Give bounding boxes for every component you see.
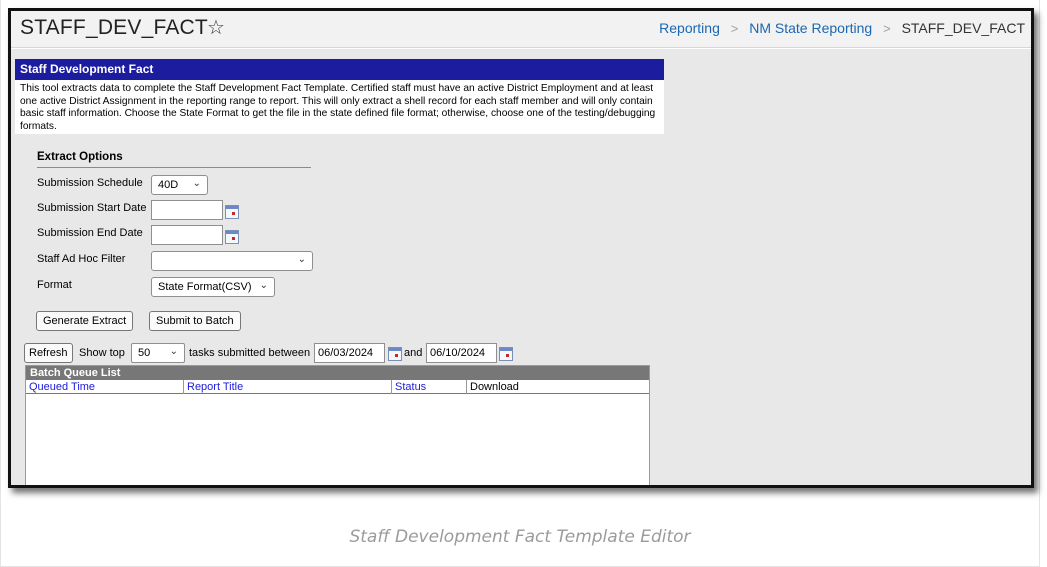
- star-outline-icon[interactable]: ☆: [207, 15, 225, 40]
- breadcrumb-separator-icon: >: [730, 21, 739, 36]
- top-bar: STAFF_DEV_FACT ☆ Reporting > NM State Re…: [11, 11, 1031, 48]
- and-label: and: [404, 347, 423, 359]
- batch-queue-title: Batch Queue List: [26, 366, 649, 380]
- app-window: STAFF_DEV_FACT ☆ Reporting > NM State Re…: [8, 8, 1034, 488]
- tasks-submitted-label: tasks submitted between: [189, 347, 311, 359]
- breadcrumb-separator-icon: >: [883, 21, 891, 36]
- main-content: Staff Development Fact This tool extract…: [11, 49, 1031, 485]
- tool-header: Staff Development Fact: [15, 59, 664, 80]
- column-status[interactable]: Status: [392, 380, 467, 394]
- batch-queue-panel: Batch Queue List Queued Time Report Titl…: [25, 365, 650, 485]
- show-top-value: 50: [138, 347, 151, 359]
- batch-queue-header-row: Queued Time Report Title Status Download: [26, 380, 649, 394]
- column-download: Download: [470, 381, 519, 393]
- chevron-down-icon: ⌄: [259, 280, 268, 291]
- submission-schedule-label: Submission Schedule: [37, 177, 143, 189]
- format-select[interactable]: State Format(CSV) ⌄: [151, 277, 275, 297]
- calendar-icon[interactable]: [225, 230, 239, 244]
- batch-to-date-input[interactable]: 06/10/2024: [426, 343, 497, 363]
- column-queued-time[interactable]: Queued Time: [26, 380, 184, 394]
- submission-schedule-select[interactable]: 40D ⌄: [151, 175, 208, 195]
- ad-hoc-filter-label: Staff Ad Hoc Filter: [37, 253, 126, 265]
- breadcrumb-current: STAFF_DEV_FACT: [901, 20, 1025, 36]
- column-report-title[interactable]: Report Title: [184, 380, 392, 394]
- start-date-label: Submission Start Date: [37, 202, 147, 214]
- chevron-down-icon: ⌄: [192, 178, 201, 189]
- ad-hoc-filter-select[interactable]: ⌄: [151, 251, 313, 271]
- breadcrumb-nm-state-reporting[interactable]: NM State Reporting: [749, 20, 872, 36]
- calendar-icon[interactable]: [388, 347, 402, 361]
- calendar-icon[interactable]: [225, 205, 239, 219]
- submit-to-batch-button[interactable]: Submit to Batch: [149, 311, 241, 331]
- page-title: STAFF_DEV_FACT: [20, 16, 208, 39]
- figure-caption: Staff Development Fact Template Editor: [349, 527, 691, 547]
- breadcrumb: Reporting > NM State Reporting > STAFF_D…: [659, 20, 1025, 36]
- show-top-select[interactable]: 50 ⌄: [131, 343, 185, 363]
- end-date-label: Submission End Date: [37, 227, 143, 239]
- batch-from-date-input[interactable]: 06/03/2024: [314, 343, 385, 363]
- refresh-button[interactable]: Refresh: [24, 343, 73, 363]
- extract-options-title: Extract Options: [37, 151, 311, 168]
- tool-description: This tool extracts data to complete the …: [15, 80, 664, 134]
- end-date-input[interactable]: [151, 225, 223, 245]
- chevron-down-icon: ⌄: [297, 254, 306, 265]
- breadcrumb-reporting[interactable]: Reporting: [659, 20, 720, 36]
- generate-extract-button[interactable]: Generate Extract: [36, 311, 134, 331]
- format-value: State Format(CSV): [158, 281, 252, 293]
- calendar-icon[interactable]: [499, 347, 513, 361]
- format-label: Format: [37, 279, 72, 291]
- start-date-input[interactable]: [151, 200, 223, 220]
- show-top-label: Show top: [79, 347, 125, 359]
- chevron-down-icon: ⌄: [169, 346, 178, 357]
- submission-schedule-value: 40D: [158, 179, 179, 191]
